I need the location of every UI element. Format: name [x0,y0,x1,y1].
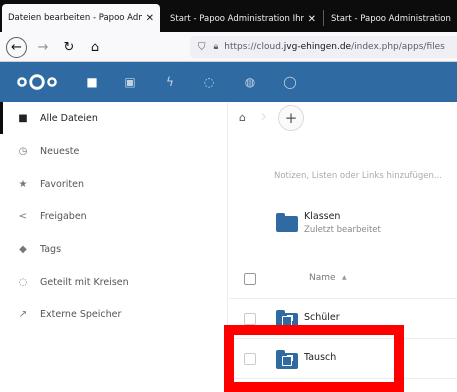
sidebar-item-label: Freigaben [40,210,87,222]
sidebar-item-label: Tags [40,243,62,255]
globe-icon[interactable]: ◍ [240,72,260,92]
sidebar-item-label: Geteilt mit Kreisen [40,276,129,288]
column-header-name[interactable]: Name [309,273,336,283]
clock-icon: ◷ [18,145,28,157]
folder-icon [276,213,298,232]
talk-icon[interactable]: ◯ [280,72,300,92]
browser-tab-strip: Dateien bearbeiten - Papoo Admi ✕ Start … [0,0,457,32]
url-bar[interactable]: ⛉ 🔒︎ https://cloud. jvg-ehingen.de/index.… [190,36,457,58]
tab-title: Dateien bearbeiten - Papoo Admi [8,13,142,23]
rich-workspace-placeholder[interactable]: Notizen, Listen oder Links hinzufügen... [274,171,442,181]
star-icon: ★ [18,178,28,190]
url-path: /index.php/apps/files [351,42,445,52]
sidebar-item-label: Neueste [40,145,80,157]
files-sidebar: ■ Alle Dateien ◷ Neueste ★ Favoriten < F… [0,102,228,392]
breadcrumb-chevron-icon: › [260,106,268,127]
browser-tab-dateien-bearbeiten[interactable]: Dateien bearbeiten - Papoo Admi ✕ [2,4,160,32]
recent-folder-subtitle: Zuletzt bearbeitet [304,225,381,235]
recent-folder-name: Klassen [304,211,341,222]
tab-close-icon[interactable]: ✕ [308,14,316,25]
url-prefix: https://cloud. [224,42,284,52]
tab-close-icon[interactable]: ✕ [146,13,154,24]
select-all-checkbox[interactable] [244,273,256,285]
sidebar-item-externe-speicher[interactable]: ↗ Externe Speicher [0,298,228,330]
sidebar-item-favoriten[interactable]: ★ Favoriten [0,168,228,200]
sidebar-item-label: Alle Dateien [40,112,98,124]
browser-nav-bar: ← → ↻ ⌂ ⛉ 🔒︎ https://cloud. jvg-ehingen.d… [0,32,457,62]
nextcloud-header: ■ ▣ ϟ ◌ ◍ ◯ [0,62,457,102]
file-name[interactable]: Schüler [304,312,340,323]
row-checkbox[interactable] [244,313,256,325]
sort-arrow-icon: ▲ [342,274,347,281]
folder-icon[interactable]: ■ [82,72,102,92]
add-new-button[interactable]: + [278,105,304,131]
forward-arrow-icon[interactable]: → [32,36,54,58]
reload-icon[interactable]: ↻ [58,36,80,58]
browser-tab-start-1[interactable]: Start - Papoo Administration Ihre ✕ [164,6,322,32]
file-list-header: Name ▲ [229,259,457,299]
sidebar-item-alle-dateien[interactable]: ■ Alle Dateien [0,102,228,134]
breadcrumb-home-icon[interactable]: ⌂ [239,111,246,124]
tag-icon: ◆ [19,243,27,255]
sidebar-item-tags[interactable]: ◆ Tags [0,233,228,265]
back-arrow-icon[interactable]: ← [6,37,27,58]
shield-icon[interactable]: ⛉ [198,42,206,53]
home-icon[interactable]: ⌂ [84,36,106,58]
activity-icon[interactable]: ϟ [160,72,180,92]
sidebar-item-label: Favoriten [40,178,84,190]
folder-icon: ■ [18,112,28,124]
circles-icon[interactable]: ◌ [199,72,219,92]
sidebar-item-label: Externe Speicher [40,308,122,320]
browser-tab-start-2[interactable]: Start - Papoo Administration Ihre [325,6,457,32]
share-icon: < [18,210,28,222]
lock-icon[interactable]: 🔒︎ [214,42,219,52]
sidebar-item-geteilt-mit-kreisen[interactable]: ◌ Geteilt mit Kreisen [0,266,228,298]
circles-icon: ◌ [18,276,28,288]
url-host: jvg-ehingen.de [283,42,352,52]
external-link-icon: ↗ [18,308,28,320]
tab-title: Start - Papoo Administration Ihre [170,14,304,24]
highlight-annotation-box [224,325,404,392]
tab-separator [323,10,324,26]
image-icon[interactable]: ▣ [120,72,140,92]
sidebar-item-freigaben[interactable]: < Freigaben [0,200,228,232]
sidebar-item-neueste[interactable]: ◷ Neueste [0,135,228,167]
nextcloud-logo-icon[interactable] [16,73,58,91]
tab-title: Start - Papoo Administration Ihre [331,14,451,24]
